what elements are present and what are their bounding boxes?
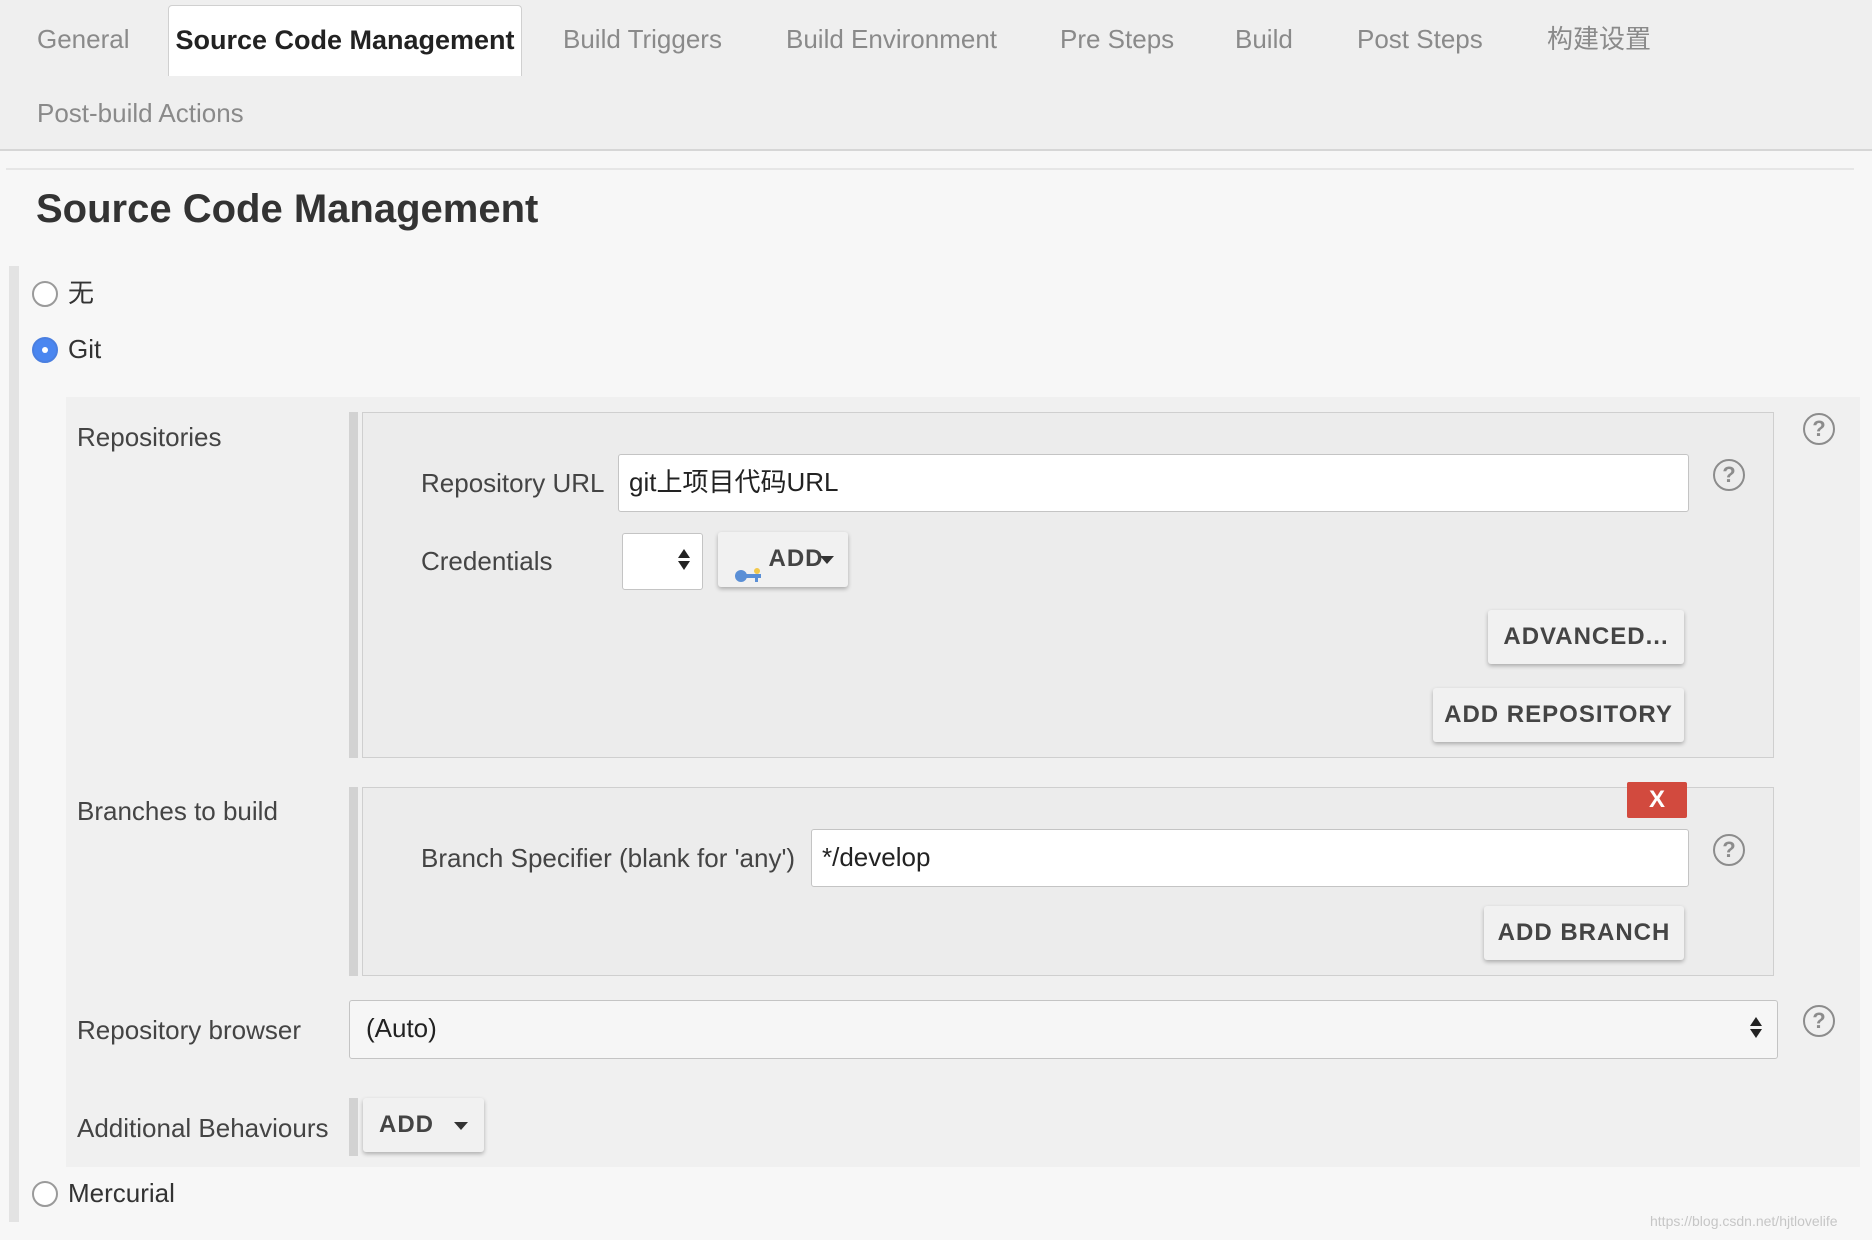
select-arrows-icon	[678, 549, 690, 570]
tab-build-environment[interactable]: Build Environment	[786, 19, 997, 59]
behaviours-bar	[349, 1098, 358, 1156]
watermark: https://blog.csdn.net/hjtlovelife	[1650, 1213, 1838, 1229]
tab-general[interactable]: General	[37, 19, 130, 59]
add-behaviour-button[interactable]: ADD	[363, 1098, 484, 1152]
credentials-label: Credentials	[421, 546, 553, 576]
advanced-button[interactable]: ADVANCED...	[1488, 610, 1684, 664]
chevron-down-icon	[819, 555, 834, 564]
tab-source-code-management[interactable]: Source Code Management	[168, 5, 522, 76]
radio-none[interactable]	[32, 281, 58, 307]
repository-browser-label: Repository browser	[77, 1015, 301, 1045]
radio-mercurial[interactable]	[32, 1181, 58, 1207]
add-repository-button[interactable]: ADD REPOSITORY	[1433, 688, 1684, 742]
help-icon[interactable]: ?	[1803, 1005, 1835, 1037]
tab-build[interactable]: Build	[1235, 19, 1293, 59]
repository-url-label: Repository URL	[421, 468, 605, 498]
radio-git[interactable]	[32, 337, 58, 363]
radio-git-label: Git	[68, 334, 102, 364]
select-arrows-icon	[1750, 1017, 1762, 1038]
tab-post-steps[interactable]: Post Steps	[1357, 19, 1483, 59]
tab-pre-steps[interactable]: Pre Steps	[1060, 19, 1174, 59]
add-credentials-label: ADD	[768, 545, 824, 572]
repository-browser-select[interactable]: (Auto)	[349, 1000, 1778, 1059]
additional-behaviours-label: Additional Behaviours	[77, 1113, 329, 1143]
delete-branch-button[interactable]: X	[1627, 782, 1687, 818]
tab-post-build-actions[interactable]: Post-build Actions	[37, 93, 244, 133]
radio-mercurial-label: Mercurial	[68, 1178, 175, 1208]
branch-specifier-label: Branch Specifier (blank for 'any')	[421, 843, 796, 873]
branches-bar	[349, 787, 358, 976]
chevron-down-icon	[454, 1121, 468, 1130]
help-icon[interactable]: ?	[1713, 834, 1745, 866]
repositories-bar	[349, 412, 358, 758]
left-rail	[9, 266, 19, 1222]
tab-bar: General Source Code Management Build Tri…	[0, 0, 1872, 151]
add-credentials-button[interactable]: ADD	[718, 532, 848, 587]
repository-url-input[interactable]: git上项目代码URL	[618, 454, 1689, 512]
tab-build-triggers[interactable]: Build Triggers	[563, 19, 722, 59]
add-branch-button[interactable]: ADD BRANCH	[1484, 906, 1684, 960]
section-title: Source Code Management	[36, 187, 539, 231]
help-icon[interactable]: ?	[1713, 459, 1745, 491]
repository-browser-value: (Auto)	[366, 1013, 437, 1043]
branch-specifier-input[interactable]: */develop	[811, 829, 1689, 887]
help-icon[interactable]: ?	[1803, 413, 1835, 445]
section-divider	[6, 168, 1854, 170]
add-behaviour-label: ADD	[379, 1111, 434, 1138]
repositories-label: Repositories	[77, 422, 222, 452]
radio-none-label: 无	[68, 278, 95, 308]
tab-build-settings[interactable]: 构建设置	[1547, 19, 1651, 59]
branches-label: Branches to build	[77, 796, 278, 826]
key-icon	[733, 551, 763, 582]
credentials-select[interactable]	[622, 533, 703, 590]
